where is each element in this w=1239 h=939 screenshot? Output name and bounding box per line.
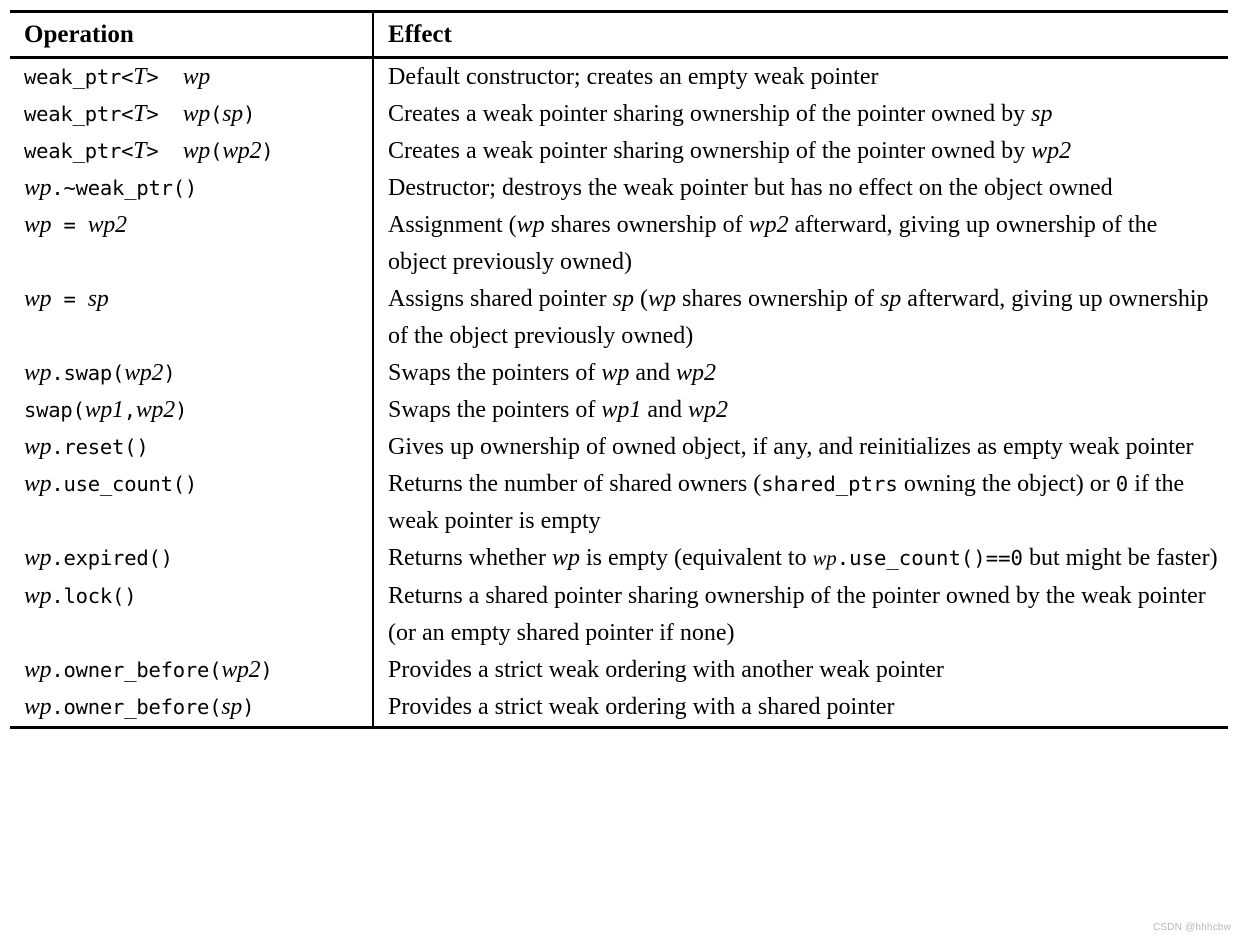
- cell-operation: wp.expired(): [10, 540, 374, 578]
- cell-operation: wp.~weak_ptr(): [10, 170, 374, 207]
- operation-signature: weak_ptr<T> wp(wp2): [24, 138, 274, 164]
- operation-signature: swap(wp1,wp2): [24, 397, 188, 423]
- operation-signature: wp.owner_before(wp2): [24, 657, 273, 683]
- effect-text: Creates a weak pointer sharing ownership…: [388, 138, 1072, 164]
- cell-operation: wp = wp2: [10, 207, 374, 281]
- effect-text: Returns a shared pointer sharing ownersh…: [388, 583, 1206, 646]
- table-header-row: Operation Effect: [10, 10, 1228, 59]
- weak-ptr-operations-table: Operation Effect weak_ptr<T> wp Default …: [10, 10, 1228, 729]
- cell-effect: Assigns shared pointer sp (wp shares own…: [373, 281, 1228, 355]
- cell-operation: swap(wp1,wp2): [10, 392, 374, 429]
- cell-operation: weak_ptr<T> wp: [10, 57, 374, 96]
- table-row: wp = wp2 Assignment (wp shares ownership…: [10, 207, 1228, 281]
- cell-operation: wp.owner_before(sp): [10, 689, 374, 729]
- table-row: wp.lock() Returns a shared pointer shari…: [10, 578, 1228, 652]
- column-header-effect: Effect: [373, 10, 1228, 59]
- cell-operation: wp.lock(): [10, 578, 374, 652]
- table-row: weak_ptr<T> wp(wp2) Creates a weak point…: [10, 133, 1228, 170]
- operation-signature: weak_ptr<T> wp(sp): [24, 101, 256, 127]
- effect-text: Provides a strict weak ordering with ano…: [388, 657, 944, 683]
- table-row: wp = sp Assigns shared pointer sp (wp sh…: [10, 281, 1228, 355]
- operation-signature: wp.~weak_ptr(): [24, 175, 198, 201]
- table-row: wp.owner_before(wp2) Provides a strict w…: [10, 652, 1228, 689]
- table-row: weak_ptr<T> wp Default constructor; crea…: [10, 57, 1228, 97]
- table-row: weak_ptr<T> wp(sp) Creates a weak pointe…: [10, 96, 1228, 133]
- operation-signature: weak_ptr<T> wp: [24, 64, 211, 90]
- cell-operation: wp.owner_before(wp2): [10, 652, 374, 689]
- table-row: wp.use_count() Returns the number of sha…: [10, 466, 1228, 540]
- operation-signature: wp.reset(): [24, 434, 149, 460]
- table-row: swap(wp1,wp2) Swaps the pointers of wp1 …: [10, 392, 1228, 429]
- effect-text: Swaps the pointers of wp1 and wp2: [388, 397, 728, 423]
- cell-operation: weak_ptr<T> wp(sp): [10, 96, 374, 133]
- document-page: Operation Effect weak_ptr<T> wp Default …: [0, 0, 1239, 939]
- table-row: wp.expired() Returns whether wp is empty…: [10, 540, 1228, 578]
- cell-effect: Creates a weak pointer sharing ownership…: [373, 133, 1228, 170]
- cell-effect: Swaps the pointers of wp and wp2: [373, 355, 1228, 392]
- table-row: wp.swap(wp2) Swaps the pointers of wp an…: [10, 355, 1228, 392]
- operation-signature: wp.swap(wp2): [24, 360, 176, 386]
- cell-effect: Returns the number of shared owners (sha…: [373, 466, 1228, 540]
- cell-operation: wp = sp: [10, 281, 374, 355]
- table-row: wp.owner_before(sp) Provides a strict we…: [10, 689, 1228, 729]
- effect-text: Returns whether wp is empty (equivalent …: [388, 545, 1218, 571]
- cell-effect: Gives up ownership of owned object, if a…: [373, 429, 1228, 466]
- table-body: weak_ptr<T> wp Default constructor; crea…: [10, 57, 1228, 729]
- effect-text: Assignment (wp shares ownership of wp2 a…: [388, 212, 1158, 275]
- cell-effect: Provides a strict weak ordering with ano…: [373, 652, 1228, 689]
- effect-text: Default constructor; creates an empty we…: [388, 64, 879, 90]
- effect-text: Returns the number of shared owners (sha…: [388, 471, 1185, 534]
- cell-effect: Creates a weak pointer sharing ownership…: [373, 96, 1228, 133]
- cell-operation: weak_ptr<T> wp(wp2): [10, 133, 374, 170]
- cell-effect: Returns a shared pointer sharing ownersh…: [373, 578, 1228, 652]
- table-header: Operation Effect: [10, 10, 1228, 59]
- effect-text: Provides a strict weak ordering with a s…: [388, 694, 895, 720]
- watermark: CSDN @hhhcbw: [1152, 922, 1231, 933]
- cell-operation: wp.reset(): [10, 429, 374, 466]
- operation-signature: wp = sp: [24, 286, 109, 312]
- table-row: wp.~weak_ptr() Destructor; destroys the …: [10, 170, 1228, 207]
- operation-signature: wp = wp2: [24, 212, 127, 238]
- cell-effect: Returns whether wp is empty (equivalent …: [373, 540, 1228, 578]
- operation-signature: wp.lock(): [24, 583, 137, 609]
- effect-text: Destructor; destroys the weak pointer bu…: [388, 175, 1113, 201]
- cell-effect: Default constructor; creates an empty we…: [373, 58, 1228, 97]
- table-row: wp.reset() Gives up ownership of owned o…: [10, 429, 1228, 466]
- operation-signature: wp.owner_before(sp): [24, 694, 255, 720]
- effect-text: Swaps the pointers of wp and wp2: [388, 360, 716, 386]
- cell-effect: Assignment (wp shares ownership of wp2 a…: [373, 207, 1228, 281]
- cell-effect: Destructor; destroys the weak pointer bu…: [373, 170, 1228, 207]
- operation-signature: wp.use_count(): [24, 471, 198, 497]
- cell-operation: wp.use_count(): [10, 466, 374, 540]
- cell-operation: wp.swap(wp2): [10, 355, 374, 392]
- operation-signature: wp.expired(): [24, 545, 173, 571]
- effect-text: Creates a weak pointer sharing ownership…: [388, 101, 1053, 127]
- cell-effect: Swaps the pointers of wp1 and wp2: [373, 392, 1228, 429]
- effect-text: Assigns shared pointer sp (wp shares own…: [388, 286, 1209, 349]
- effect-text: Gives up ownership of owned object, if a…: [388, 434, 1194, 460]
- cell-effect: Provides a strict weak ordering with a s…: [373, 689, 1228, 729]
- column-header-operation: Operation: [10, 10, 374, 59]
